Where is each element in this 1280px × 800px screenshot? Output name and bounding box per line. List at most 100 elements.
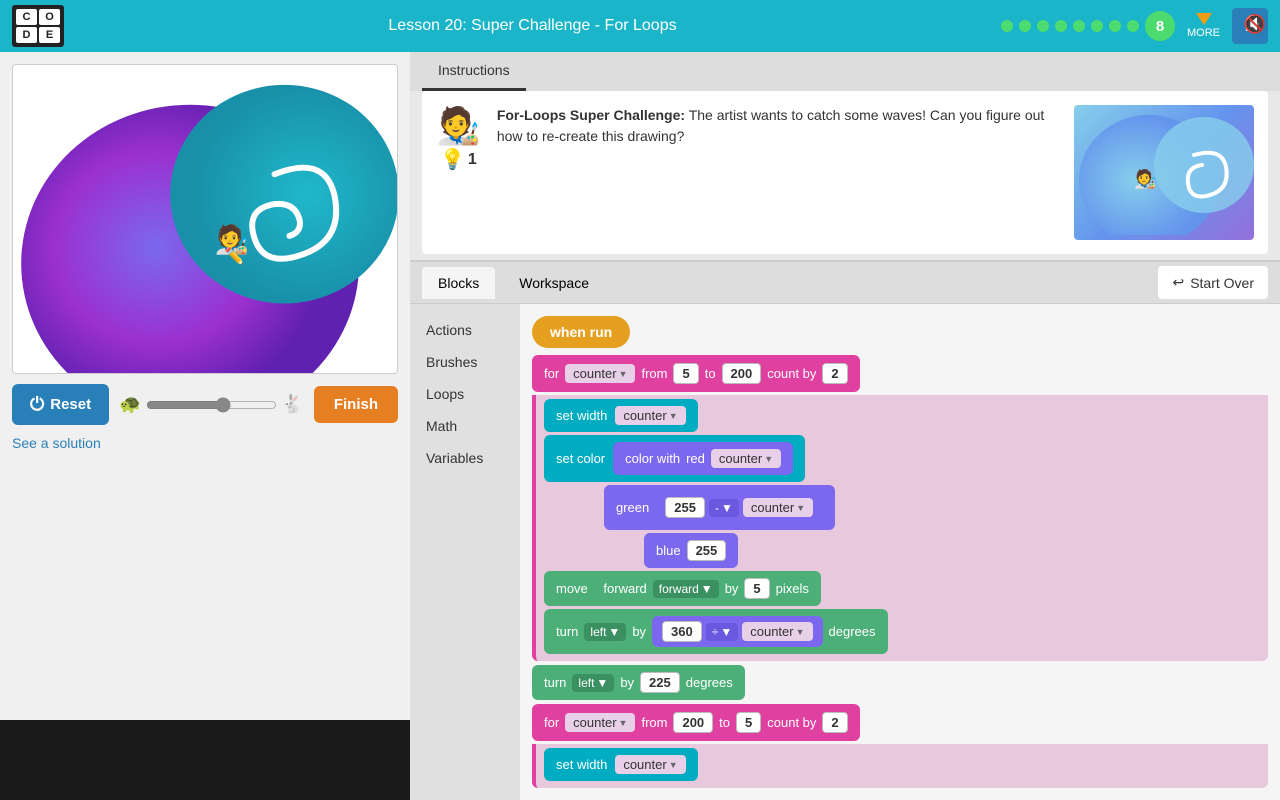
forward-dir[interactable]: forward ▼: [653, 580, 719, 598]
to-label2: to: [719, 715, 730, 730]
logo-c: C: [16, 9, 37, 25]
for-loop2-block[interactable]: for counter ▼ from 200 to 5 count by 2: [532, 704, 860, 741]
by-label-move: by: [725, 581, 739, 596]
red-label: red: [686, 451, 705, 466]
move-row: move forward forward ▼ by 5 pixels: [544, 571, 1268, 606]
canvas-area: 🧑‍🎨 ✏️: [12, 64, 398, 374]
green-block[interactable]: green 255 - ▼ counter: [604, 485, 835, 530]
progress-dot-7: [1109, 20, 1121, 32]
start-over-button[interactable]: ↩ Start Over: [1158, 266, 1268, 299]
count-label2: count by: [767, 715, 816, 730]
move-block[interactable]: move forward forward ▼ by 5 pixels: [544, 571, 821, 606]
dropdown-arrow1: ▼: [619, 369, 628, 379]
left-dir[interactable]: left ▼: [584, 623, 626, 641]
progress-dot-6: [1091, 20, 1103, 32]
blocks-header: Blocks Workspace ↩ Start Over: [410, 262, 1280, 304]
blue-circle: [170, 85, 397, 304]
category-brushes[interactable]: Brushes: [410, 346, 520, 378]
speed-slider[interactable]: [146, 397, 278, 413]
from-val2[interactable]: 200: [673, 712, 713, 733]
dropdown-arrow2: ▼: [619, 718, 628, 728]
for-loop1-row: for counter ▼ from 5 to 200 count by 2: [532, 355, 1268, 392]
category-loops[interactable]: Loops: [410, 378, 520, 410]
hint-count: 1: [468, 151, 477, 169]
counter-var1[interactable]: counter ▼: [565, 364, 635, 383]
when-run-label: when run: [550, 324, 612, 340]
count-val2[interactable]: 2: [822, 712, 847, 733]
blocks-content: Actions Brushes Loops Math Variables whe…: [410, 304, 1280, 800]
sound-icon[interactable]: 🔇: [1244, 14, 1266, 35]
more-button[interactable]: MORE: [1187, 13, 1220, 39]
finish-button[interactable]: Finish: [314, 386, 398, 423]
slow-icon: 🐢: [119, 394, 141, 415]
counter-var2[interactable]: counter ▼: [565, 713, 635, 732]
turn-val[interactable]: 360: [662, 621, 702, 642]
progress-dot-8: [1127, 20, 1139, 32]
turn-val2[interactable]: 225: [640, 672, 680, 693]
set-width2-block[interactable]: set width counter ▼: [544, 748, 698, 781]
red-var[interactable]: counter ▼: [711, 449, 781, 468]
undo-icon: ↩: [1172, 274, 1184, 291]
for-loop1-block[interactable]: for counter ▼ from 5 to 200 count by 2: [532, 355, 860, 392]
turn-row: turn left ▼ by 360 ÷: [544, 609, 1268, 654]
set-color-label: set color: [556, 451, 605, 466]
instructions-area: Instructions 🧑‍🎨 💡 1 For-Loops Super Ch: [410, 52, 1280, 260]
lightbulb-icon: 💡: [440, 147, 465, 172]
dir-arrow-move: ▼: [701, 582, 713, 596]
left-dir2[interactable]: left ▼: [572, 674, 614, 692]
art-canvas: 🧑‍🎨 ✏️: [13, 65, 397, 373]
blue-block[interactable]: blue 255: [644, 533, 738, 568]
category-actions[interactable]: Actions: [410, 314, 520, 346]
progress-dot-4: [1055, 20, 1067, 32]
to-val1[interactable]: 200: [722, 363, 762, 384]
count-label1: count by: [767, 366, 816, 381]
right-panel: Instructions 🧑‍🎨 💡 1 For-Loops Super Ch: [410, 52, 1280, 720]
val-255b[interactable]: 255: [687, 540, 727, 561]
degrees-label: degrees: [829, 624, 876, 639]
reset-label: Reset: [50, 396, 91, 413]
svg-text:🧑‍🎨: 🧑‍🎨: [1134, 168, 1157, 189]
set-width-block[interactable]: set width counter ▼: [544, 399, 698, 432]
counter-var-turn[interactable]: counter ▼: [742, 622, 812, 641]
turn225-block[interactable]: turn left ▼ by 225 degrees: [532, 665, 745, 700]
dir-arrow-turn2: ▼: [596, 676, 608, 690]
move-val[interactable]: 5: [744, 578, 769, 599]
finish-label: Finish: [334, 396, 378, 413]
from-label1: from: [641, 366, 667, 381]
for-label2: for: [544, 715, 559, 730]
from-val1[interactable]: 5: [673, 363, 698, 384]
dir-arrow-turn: ▼: [608, 625, 620, 639]
div-op[interactable]: ÷ ▼: [706, 623, 738, 641]
dropdown-arrow-sw: ▼: [669, 411, 678, 421]
when-run-block[interactable]: when run: [532, 316, 630, 348]
logo-e: E: [39, 27, 60, 43]
set-width-var[interactable]: counter ▼: [615, 406, 685, 425]
progress-area: 8: [1001, 11, 1175, 41]
val-255[interactable]: 255: [665, 497, 705, 518]
minus-op[interactable]: - ▼: [709, 499, 739, 517]
workspace-tab[interactable]: Workspace: [503, 267, 605, 299]
color-with-block[interactable]: color with red counter ▼: [613, 442, 793, 475]
blocks-tab[interactable]: Blocks: [422, 267, 495, 299]
from-label2: from: [641, 715, 667, 730]
category-math[interactable]: Math: [410, 410, 520, 442]
category-variables[interactable]: Variables: [410, 442, 520, 474]
set-color-row: set color color with red counter ▼: [544, 435, 1268, 482]
turn-math-block[interactable]: 360 ÷ ▼ counter ▼: [652, 616, 822, 647]
count-val1[interactable]: 2: [822, 363, 847, 384]
logo-o: O: [39, 9, 60, 25]
set-width-row: set width counter ▼: [544, 399, 1268, 432]
counter-var-math[interactable]: counter ▼: [743, 498, 813, 517]
set-width2-var[interactable]: counter ▼: [615, 755, 685, 774]
set-color-block[interactable]: set color color with red counter ▼: [544, 435, 805, 482]
math-block[interactable]: 255 - ▼ counter ▼: [655, 492, 823, 523]
hint-character: 🧑‍🎨: [436, 105, 481, 147]
instructions-tab[interactable]: Instructions: [422, 52, 526, 91]
to-label1: to: [705, 366, 716, 381]
see-solution-link[interactable]: See a solution: [12, 435, 398, 451]
blocks-area: Blocks Workspace ↩ Start Over Actions Br…: [410, 260, 1280, 800]
for-loop2-row: for counter ▼ from 200 to 5 count by 2: [532, 704, 1268, 741]
turn-block[interactable]: turn left ▼ by 360 ÷: [544, 609, 888, 654]
reset-button[interactable]: ⏻ Reset: [12, 384, 109, 425]
to-val2[interactable]: 5: [736, 712, 761, 733]
